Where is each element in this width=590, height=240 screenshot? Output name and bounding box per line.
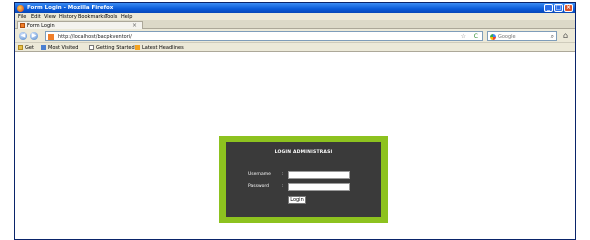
window-title: Form Login - Mozilla Firefox (27, 4, 114, 11)
password-label: Password (248, 184, 270, 189)
login-title: LOGIN ADMINISTRASI (274, 150, 333, 155)
login-panel: LOGIN ADMINISTRASI Username : Password :… (226, 142, 381, 217)
forward-arrow-icon: ▶ (31, 32, 37, 39)
back-arrow-icon: ◀ (20, 32, 26, 39)
navigation-toolbar: ◀ ▶ http://localhost/bacpkventori/ ☆ C ⌕… (15, 29, 575, 43)
bookmark-most-visited[interactable]: Most Visited (41, 45, 78, 51)
close-button[interactable]: × (564, 4, 573, 12)
username-input[interactable] (288, 171, 350, 179)
login-frame: LOGIN ADMINISTRASI Username : Password :… (219, 136, 388, 223)
tab-strip: Form Login × (15, 20, 575, 29)
minimize-button[interactable]: _ (544, 4, 553, 12)
password-input[interactable] (288, 183, 350, 191)
bookmark-get[interactable]: Get (18, 45, 34, 51)
username-label: Username (248, 172, 271, 177)
reload-icon[interactable]: C (474, 33, 478, 40)
bookmarks-toolbar: Get Most Visited Getting Started Latest … (15, 43, 575, 52)
password-colon: : (282, 184, 284, 189)
menu-help[interactable]: Help (121, 14, 132, 20)
page-icon (89, 45, 94, 50)
home-icon[interactable]: ⌂ (563, 31, 568, 41)
search-bar[interactable]: ⌕ (487, 31, 557, 41)
folder-icon (18, 45, 23, 50)
username-colon: : (282, 172, 284, 177)
site-favicon-icon (48, 33, 54, 40)
menu-file[interactable]: File (18, 14, 26, 20)
menu-bar: File Edit View History Bookmarks Tools H… (15, 13, 575, 20)
most-visited-icon (41, 45, 46, 50)
page-favicon-icon (20, 23, 25, 28)
menu-bookmarks[interactable]: Bookmarks (78, 14, 106, 20)
menu-edit[interactable]: Edit (31, 14, 41, 20)
url-bar[interactable]: http://localhost/bacpkventori/ ☆ C (45, 31, 483, 41)
search-icon[interactable]: ⌕ (551, 33, 554, 41)
url-text[interactable]: http://localhost/bacpkventori/ (58, 34, 132, 40)
menu-tools[interactable]: Tools (105, 14, 117, 20)
google-icon[interactable] (490, 33, 496, 40)
bookmark-label: Latest Headlines (142, 44, 184, 51)
bookmark-latest-headlines[interactable]: Latest Headlines (135, 45, 184, 51)
bookmark-label: Getting Started (96, 44, 135, 51)
back-button[interactable]: ◀ (19, 32, 27, 40)
tab-close-icon[interactable]: × (132, 22, 137, 29)
rss-icon (135, 45, 140, 50)
menu-history[interactable]: History (59, 14, 77, 20)
browser-window: Form Login - Mozilla Firefox _ □ × File … (14, 2, 576, 240)
tab-label: Form Login (27, 22, 55, 29)
page-content: LOGIN ADMINISTRASI Username : Password :… (15, 53, 575, 239)
maximize-button[interactable]: □ (554, 4, 563, 12)
menu-view[interactable]: View (44, 14, 56, 20)
bookmark-label: Get (25, 44, 34, 51)
tab-form-login[interactable]: Form Login × (17, 21, 143, 29)
login-button[interactable]: Login (288, 196, 306, 204)
window-controls: _ □ × (544, 4, 573, 12)
title-bar: Form Login - Mozilla Firefox _ □ × (15, 3, 575, 13)
search-input[interactable] (498, 33, 548, 40)
bookmark-label: Most Visited (48, 44, 79, 51)
firefox-icon (17, 4, 24, 12)
bookmark-star-icon[interactable]: ☆ (461, 33, 466, 40)
forward-button[interactable]: ▶ (30, 32, 38, 40)
bookmark-getting-started[interactable]: Getting Started (89, 45, 135, 51)
